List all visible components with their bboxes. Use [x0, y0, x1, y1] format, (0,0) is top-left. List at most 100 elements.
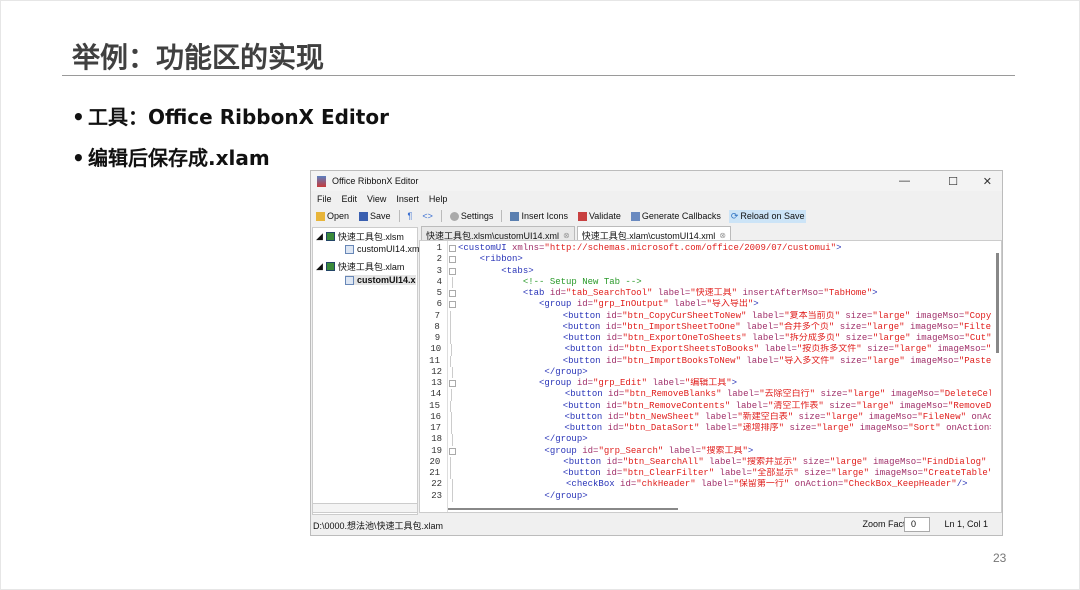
code-token: "btn_CopyCurSheetToNew" — [622, 310, 752, 321]
code-line: 2 <ribbon> — [420, 254, 991, 265]
tree-node-customui-xlam[interactable]: customUI14.x — [345, 275, 416, 285]
menu-help[interactable]: Help — [429, 194, 448, 204]
code-line: 11 <button id="btn_ImportBooksToNew" lab… — [420, 355, 992, 367]
toolbar: Open Save ¶ <> Settings Insert Icons Val… — [311, 207, 1002, 225]
vertical-scrollbar[interactable] — [992, 241, 1001, 512]
code-token: imageMso= — [909, 321, 959, 332]
code-token: size= — [802, 456, 830, 467]
tree-node-customui-xlsm[interactable]: customUI14.xml — [345, 244, 422, 254]
code-token: label= — [652, 378, 685, 388]
code-token: "large" — [866, 321, 910, 332]
tree-node-xlsm[interactable]: ◢ 快速工具包.xlsm — [316, 230, 404, 243]
cursor-position: Ln 1, Col 1 — [944, 519, 988, 529]
code-token: <button — [562, 355, 606, 366]
save-button[interactable]: Save — [357, 210, 393, 222]
zoom-value: 0 — [911, 519, 917, 529]
code-token: label= — [709, 456, 742, 467]
code-line: 10 <button id="btn_ExportSheetsToBooks" … — [420, 344, 991, 356]
insert-icons-label: Insert Icons — [521, 211, 568, 221]
code-token: id= — [606, 456, 623, 467]
line-number: 4 — [436, 276, 442, 287]
code-token: "tab_SearchTool" — [566, 288, 658, 298]
expand-icon[interactable]: ◢ — [316, 231, 323, 242]
code-token: id= — [606, 333, 623, 343]
code-token: "Copy" — [964, 310, 992, 321]
settings-button[interactable]: Settings — [448, 210, 496, 222]
reload-icon: ⟳ — [730, 210, 739, 221]
code-token: "CreateTable" — [923, 468, 991, 478]
ribbonx-editor-window: Office RibbonX Editor — ☐ ✕ File Edit Vi… — [310, 170, 1003, 536]
image-icon — [510, 211, 520, 221]
code-line: 9 <button id="btn_ExportOneToSheets" lab… — [420, 333, 991, 345]
toolbar-separator — [440, 210, 442, 222]
validate-label: Validate — [588, 211, 621, 221]
code-token: <ribbon> — [479, 254, 523, 265]
line-number: 3 — [436, 265, 442, 276]
code-brackets-icon[interactable]: <> — [420, 210, 435, 222]
fold-toggle-icon[interactable] — [444, 288, 458, 299]
code-token: "导入多文件" — [778, 355, 840, 366]
validate-button[interactable]: Validate — [576, 210, 623, 222]
minimize-button[interactable]: — — [899, 175, 910, 187]
scroll-thumb[interactable] — [996, 253, 999, 353]
code-token: "Paste" — [958, 355, 992, 366]
fold-guide — [444, 366, 458, 378]
fold-toggle-icon[interactable] — [444, 446, 458, 457]
close-tab-icon[interactable]: ⊗ — [563, 231, 570, 240]
code-token: label= — [751, 310, 785, 321]
code-token: "large" — [816, 423, 860, 433]
status-bar: D:\0000.想法池\快速工具包.xlam Zoom Factor: 0 Ln… — [311, 515, 1002, 535]
fold-guide — [442, 468, 455, 480]
app-icon — [317, 175, 326, 187]
fold-toggle-icon[interactable] — [444, 254, 458, 265]
fold-toggle-icon[interactable] — [444, 299, 458, 310]
bullet-item: • 工具：Office RibbonX Editor — [72, 105, 389, 129]
reload-on-save-toggle[interactable]: ⟳ Reload on Save — [728, 209, 807, 223]
code-token: onAction= — [794, 479, 844, 490]
insert-icons-button[interactable]: Insert Icons — [508, 210, 570, 222]
open-button[interactable]: Open — [314, 210, 351, 222]
code-token: /> — [956, 479, 968, 490]
line-number: 14 — [430, 389, 442, 400]
line-number: 10 — [430, 344, 442, 355]
generate-callbacks-button[interactable]: Generate Callbacks — [629, 210, 723, 222]
close-tab-icon[interactable]: ⊗ — [719, 231, 726, 240]
fold-toggle-icon[interactable] — [444, 266, 458, 277]
fold-toggle-icon[interactable] — [444, 243, 458, 254]
code-token: "large" — [831, 468, 875, 478]
fold-guide — [444, 479, 458, 491]
code-token: label= — [764, 344, 797, 355]
close-button[interactable]: ✕ — [983, 175, 992, 188]
menu-bar: File Edit View Insert Help — [311, 191, 1002, 207]
expand-icon[interactable]: ◢ — [316, 261, 323, 272]
fold-toggle-icon[interactable] — [444, 378, 458, 389]
menu-view[interactable]: View — [367, 194, 386, 204]
code-token: "合并多个页" — [778, 321, 840, 332]
slide-title: 举例：功能区的实现 — [72, 41, 325, 74]
code-token: "导入导出" — [706, 299, 754, 310]
maximize-button[interactable]: ☐ — [948, 175, 958, 188]
code-line: 16 <button id="btn_NewSheet" label="新建空白… — [420, 411, 991, 423]
code-token: "btn_ClearFilter" — [622, 468, 720, 478]
toolbar-separator — [501, 210, 503, 222]
zoom-factor-input[interactable]: 0 — [904, 517, 930, 532]
horizontal-scrollbar[interactable] — [448, 508, 678, 510]
code-token: "large" — [867, 355, 911, 366]
code-token: "FileNew" — [917, 411, 972, 422]
code-token: <customUI — [458, 243, 513, 253]
pilcrow-icon[interactable]: ¶ — [406, 210, 415, 222]
tree-node-xlam[interactable]: ◢ 快速工具包.xlam — [316, 260, 404, 273]
tree-horizontal-scrollbar[interactable] — [312, 503, 418, 513]
code-token: "btn_RemoveContents" — [622, 400, 736, 411]
menu-edit[interactable]: Edit — [342, 194, 358, 204]
menu-insert[interactable]: Insert — [396, 194, 419, 204]
menu-file[interactable]: File — [317, 194, 332, 204]
bullet-text: 工具：Office RibbonX Editor — [88, 105, 389, 129]
reload-on-save-label: Reload on Save — [740, 211, 805, 221]
code-editor[interactable]: 1 <customUI xmlns="http://schemas.microso… — [419, 240, 1002, 513]
